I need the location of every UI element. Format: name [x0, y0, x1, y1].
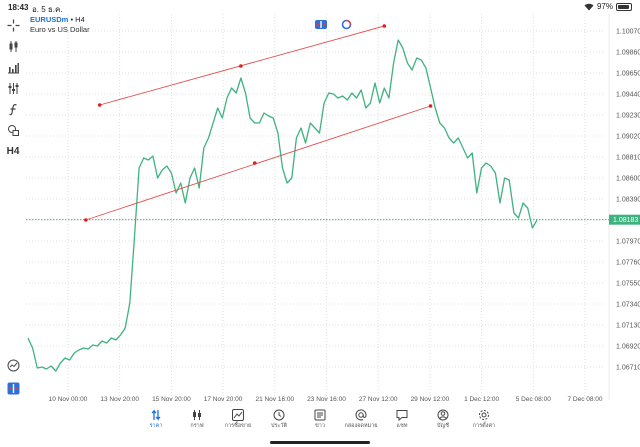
price-tick-label: 1.08810 — [616, 155, 640, 162]
symbol-name: EURUSDm — [30, 15, 69, 24]
price-tick-label: 1.08600 — [616, 176, 640, 183]
price-tick-label: 1.09860 — [616, 50, 640, 57]
price-tick-label: 1.07340 — [616, 302, 640, 309]
gauge-icon — [7, 359, 19, 371]
tab-label: การซื้อขาย — [224, 423, 252, 429]
tab-history[interactable]: ประวัติ — [259, 407, 299, 441]
chart-icon — [193, 410, 201, 420]
price-tick-label: 1.10070 — [616, 29, 640, 36]
function-icon — [8, 103, 17, 115]
account-icon — [437, 409, 449, 421]
tab-settings[interactable]: การตั้งค่า — [464, 407, 504, 441]
price-tick-label: 1.06920 — [616, 344, 640, 351]
one-click-trade-button[interactable] — [314, 19, 328, 30]
symbol-description: Euro vs US Dollar — [30, 25, 90, 34]
candlestick-icon — [9, 40, 17, 52]
one-click-trade-icon — [315, 20, 327, 29]
trade-icon — [232, 409, 244, 421]
tab-quotes[interactable]: ราคา — [136, 407, 176, 441]
tab-chart[interactable]: กราฟ — [177, 407, 217, 441]
time-tick-label: 1 Dec 12:00 — [464, 396, 499, 403]
channel-anchor-point — [84, 218, 88, 222]
volume-bars-icon — [7, 62, 19, 73]
price-tick-label: 1.09020 — [616, 134, 640, 141]
symbol-info: EURUSDm • H4 Euro vs US Dollar — [30, 15, 90, 35]
tab-mailbox[interactable]: กล่องจดหมาย — [341, 407, 381, 441]
time-tick-label: 27 Nov 12:00 — [359, 396, 398, 403]
symbol-timeframe: H4 — [75, 15, 85, 24]
tab-label: แชท — [396, 423, 408, 429]
time-tick-label: 23 Nov 16:00 — [307, 396, 346, 403]
one-click-trading-tool[interactable] — [4, 380, 22, 396]
tab-label: กล่องจดหมาย — [344, 423, 378, 429]
settings-icon — [479, 410, 489, 420]
current-price-label: 1.08183 — [613, 217, 638, 224]
home-indicator — [270, 441, 370, 444]
time-tick-label: 5 Dec 08:00 — [516, 396, 551, 403]
objects-tool[interactable] — [4, 122, 22, 138]
news-icon — [314, 409, 326, 421]
indicator-toggle-button[interactable] — [339, 19, 353, 30]
chart-type-tool[interactable] — [4, 38, 22, 54]
mailbox-icon — [355, 409, 367, 421]
price-tick-label: 1.09230 — [616, 113, 640, 120]
channel-anchor-point — [97, 103, 102, 107]
tab-label: การตั้งค่า — [472, 423, 496, 429]
channel-anchor-point — [252, 161, 257, 165]
timeframe-tool[interactable]: H4 — [4, 143, 22, 159]
bottom-tab-bar: ราคา กราฟ การซื้อขาย ประวัติ ข่าว กล่องจ… — [0, 405, 640, 447]
price-tick-label: 1.09650 — [616, 71, 640, 78]
time-tick-label: 13 Nov 20:00 — [100, 396, 139, 403]
trade-panel-icon — [7, 382, 19, 394]
price-line — [27, 39, 538, 372]
time-tick-label: 15 Nov 20:00 — [152, 396, 191, 403]
channel-anchor-point — [382, 24, 387, 28]
shapes-icon — [7, 124, 19, 136]
crosshair-tool[interactable] — [4, 17, 22, 33]
tab-label: บัญชี — [437, 423, 449, 429]
chat-icon — [396, 410, 408, 421]
tab-label: ประวัติ — [270, 423, 288, 429]
tab-chat[interactable]: แชท — [382, 407, 422, 441]
price-tick-label: 1.09440 — [616, 92, 640, 99]
signals-tool[interactable] — [4, 357, 22, 373]
tab-label: ข่าว — [315, 423, 325, 429]
time-tick-label: 7 Dec 08:00 — [567, 396, 602, 403]
volumes-tool[interactable] — [4, 59, 22, 75]
price-tick-label: 1.07760 — [616, 260, 640, 267]
sync-icon — [341, 19, 351, 30]
functions-tool[interactable] — [4, 101, 22, 117]
tab-news[interactable]: ข่าว — [300, 407, 340, 441]
price-tick-label: 1.06710 — [616, 365, 640, 372]
crosshair-icon — [7, 19, 19, 31]
time-tick-label: 29 Nov 12:00 — [411, 396, 450, 403]
quotes-icon — [151, 409, 161, 421]
price-tick-label: 1.08390 — [616, 197, 640, 204]
price-chart[interactable]: 1.10070 1.09860 1.09650 1.09440 1.09230 1.090… — [0, 0, 640, 405]
tab-account[interactable]: บัญชี — [423, 407, 463, 441]
price-tick-label: 1.07970 — [616, 239, 640, 246]
channel-anchor-point — [239, 64, 243, 68]
indicators-tool[interactable] — [4, 80, 22, 96]
time-tick-label: 21 Nov 16:00 — [255, 396, 294, 403]
channel-anchor-point — [428, 104, 433, 108]
tab-label: กราฟ — [190, 423, 204, 429]
indicators-icon — [8, 82, 18, 94]
price-tick-label: 1.07130 — [616, 323, 640, 330]
tab-trade[interactable]: การซื้อขาย — [218, 407, 258, 441]
time-tick-label: 10 Nov 00:00 — [49, 396, 88, 403]
price-tick-label: 1.07550 — [616, 281, 640, 288]
tab-label: ราคา — [149, 423, 163, 429]
history-icon — [273, 409, 285, 421]
time-tick-label: 17 Nov 20:00 — [204, 396, 243, 403]
